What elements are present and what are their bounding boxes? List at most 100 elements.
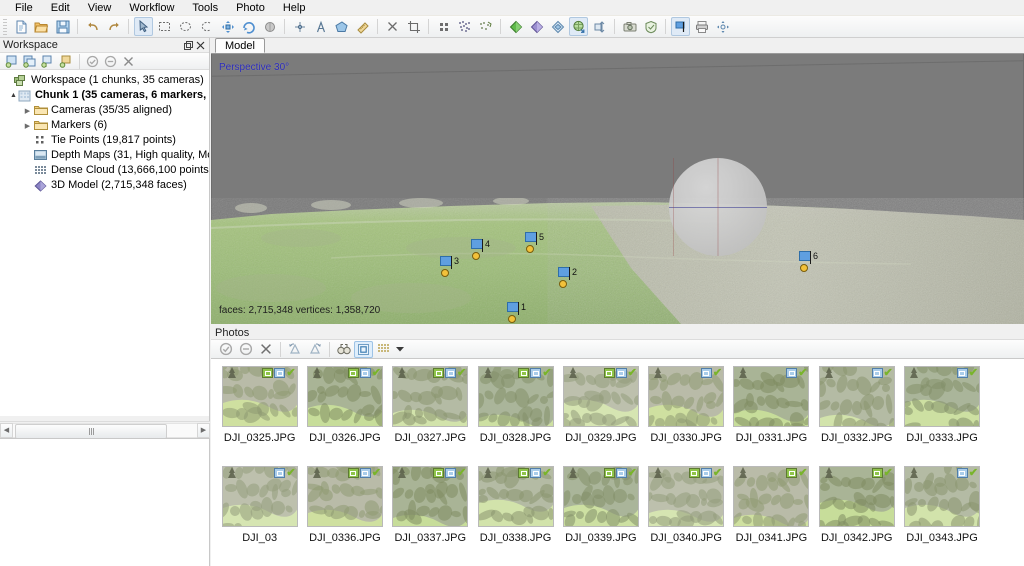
photo-thumbnail[interactable]: ✔ — [648, 366, 725, 427]
build-dense-cloud-icon[interactable] — [455, 17, 474, 36]
photo-item[interactable]: ✔ DJI_0331.JPG — [729, 366, 814, 466]
build-texture-icon[interactable] — [506, 17, 525, 36]
photo-thumbnail[interactable]: ✔ — [477, 366, 554, 427]
expand-arrow-icon[interactable]: ▶ — [22, 122, 33, 130]
menu-edit[interactable]: Edit — [42, 0, 79, 16]
model-viewport[interactable]: Perspective 30° 1 2 3 4 5 6 faces: 2,715… — [211, 54, 1024, 324]
workspace-horizontal-scrollbar[interactable]: ◀ ▶ — [0, 421, 210, 439]
dropdown-arrow-icon[interactable] — [394, 341, 406, 358]
photo-item[interactable]: ✔ DJI_03 — [217, 466, 302, 566]
add-cameras-icon[interactable] — [57, 53, 74, 69]
ruler-icon[interactable] — [353, 17, 372, 36]
add-shape-icon[interactable] — [332, 17, 351, 36]
photo-item[interactable]: ✔ DJI_0338.JPG — [473, 466, 558, 566]
masks-icon[interactable] — [641, 17, 660, 36]
crop-icon[interactable] — [404, 17, 423, 36]
photo-thumbnail[interactable]: ✔ — [904, 466, 981, 527]
camera-calibration-icon[interactable] — [620, 17, 639, 36]
new-document-icon[interactable] — [11, 17, 30, 36]
tree-item-workspace[interactable]: Workspace (1 chunks, 35 cameras) — [0, 73, 209, 88]
marker-6[interactable]: 6 — [799, 251, 825, 275]
photo-item[interactable]: ✔ DJI_0328.JPG — [473, 366, 558, 466]
photo-item[interactable]: ✔ DJI_0327.JPG — [388, 366, 473, 466]
menu-photo[interactable]: Photo — [227, 0, 274, 16]
photo-thumbnail[interactable]: ✔ — [221, 366, 298, 427]
menu-help[interactable]: Help — [274, 0, 315, 16]
scroll-left-icon[interactable]: ◀ — [0, 422, 13, 438]
marker-4[interactable]: 4 — [471, 239, 497, 263]
add-photos-icon[interactable] — [21, 53, 38, 69]
photo-item[interactable]: ✔ DJI_0326.JPG — [302, 366, 387, 466]
enable-icon[interactable] — [84, 53, 101, 69]
photo-item[interactable]: ✔ DJI_0337.JPG — [388, 466, 473, 566]
align-photos-icon[interactable] — [434, 17, 453, 36]
expand-arrow-icon[interactable]: ▶ — [22, 107, 33, 115]
toolbar-gripper[interactable] — [3, 18, 7, 35]
photo-thumbnail[interactable]: ✔ — [562, 466, 639, 527]
photo-thumbnail[interactable]: ✔ — [648, 466, 725, 527]
photo-item[interactable]: ✔ DJI_0329.JPG — [558, 366, 643, 466]
photo-thumbnail[interactable]: ✔ — [904, 366, 981, 427]
photo-thumbnail[interactable]: ✔ — [562, 366, 639, 427]
thumbnail-size-icon[interactable] — [374, 341, 393, 358]
tab-model[interactable]: Model — [215, 38, 265, 53]
menu-file[interactable]: File — [6, 0, 42, 16]
photo-thumbnail[interactable]: ✔ — [392, 366, 469, 427]
add-markers-icon[interactable] — [39, 53, 56, 69]
expand-arrow-icon[interactable]: ▲ — [10, 92, 17, 99]
tree-item-tie-points[interactable]: Tie Points (19,817 points) — [0, 133, 209, 148]
photo-item[interactable]: ✔ DJI_0340.JPG — [643, 466, 728, 566]
view-mode-icon[interactable] — [354, 340, 373, 358]
add-chunk-icon[interactable] — [3, 53, 20, 69]
tree-item-cameras[interactable]: ▶ Cameras (35/35 aligned) — [0, 103, 209, 118]
photo-item[interactable]: ✔ DJI_0343.JPG — [899, 466, 984, 566]
photos-thumbnail-grid[interactable]: ✔ DJI_0325.JPG ✔ DJI_0326.JPG ✔ DJI_0327.JP… — [211, 359, 1024, 566]
scroll-right-icon[interactable]: ▶ — [197, 422, 210, 438]
marker-1[interactable]: 1 — [507, 302, 533, 324]
find-photo-icon[interactable] — [334, 341, 353, 358]
photo-item[interactable]: ✔ DJI_0336.JPG — [302, 466, 387, 566]
undock-icon[interactable] — [182, 39, 194, 51]
photo-thumbnail[interactable]: ✔ — [477, 466, 554, 527]
freeform-select-icon[interactable] — [197, 17, 216, 36]
trackball-sphere[interactable] — [669, 158, 767, 256]
photo-item[interactable]: ✔ DJI_0330.JPG — [643, 366, 728, 466]
tree-item-dense-cloud[interactable]: Dense Cloud (13,666,100 points, High qu — [0, 163, 209, 178]
photo-thumbnail[interactable]: ✔ — [221, 466, 298, 527]
redo-arrow-icon[interactable] — [104, 17, 123, 36]
rotate-left-icon[interactable] — [285, 341, 304, 358]
enable-photo-icon[interactable] — [216, 341, 235, 358]
photo-thumbnail[interactable]: ✔ — [818, 366, 895, 427]
tree-item-markers[interactable]: ▶ Markers (6) — [0, 118, 209, 133]
add-point-icon[interactable] — [290, 17, 309, 36]
undo-arrow-icon[interactable] — [83, 17, 102, 36]
photo-thumbnail[interactable]: ✔ — [306, 366, 383, 427]
photo-item[interactable]: ✔ DJI_0325.JPG — [217, 366, 302, 466]
build-dem-icon[interactable] — [548, 17, 567, 36]
photo-item[interactable]: ✔ DJI_0342.JPG — [814, 466, 899, 566]
marker-3[interactable]: 3 — [440, 256, 466, 280]
build-orthomosaic-icon[interactable] — [569, 17, 588, 36]
photo-item[interactable]: ✔ DJI_0332.JPG — [814, 366, 899, 466]
photo-item[interactable]: ✔ DJI_0333.JPG — [899, 366, 984, 466]
menu-workflow[interactable]: Workflow — [120, 0, 183, 16]
photo-thumbnail[interactable]: ✔ — [818, 466, 895, 527]
photo-item[interactable]: ✔ DJI_0339.JPG — [558, 466, 643, 566]
close-icon[interactable] — [194, 39, 206, 51]
move-object-icon[interactable] — [218, 17, 237, 36]
add-marker-icon[interactable] — [311, 17, 330, 36]
rotate-right-icon[interactable] — [305, 341, 324, 358]
remove-icon[interactable] — [120, 53, 137, 69]
scrollbar-track[interactable] — [13, 422, 197, 439]
menu-tools[interactable]: Tools — [183, 0, 227, 16]
tree-item-3d-model[interactable]: 3D Model (2,715,348 faces) — [0, 178, 209, 193]
pointer-select-icon[interactable] — [134, 17, 153, 36]
disable-icon[interactable] — [102, 53, 119, 69]
photo-thumbnail[interactable]: ✔ — [733, 366, 810, 427]
remove-photo-icon[interactable] — [256, 341, 275, 358]
rotate-object-icon[interactable] — [239, 17, 258, 36]
photo-thumbnail[interactable]: ✔ — [733, 466, 810, 527]
delete-x-icon[interactable] — [383, 17, 402, 36]
photo-thumbnail[interactable]: ✔ — [392, 466, 469, 527]
gradual-selection-icon[interactable] — [590, 17, 609, 36]
